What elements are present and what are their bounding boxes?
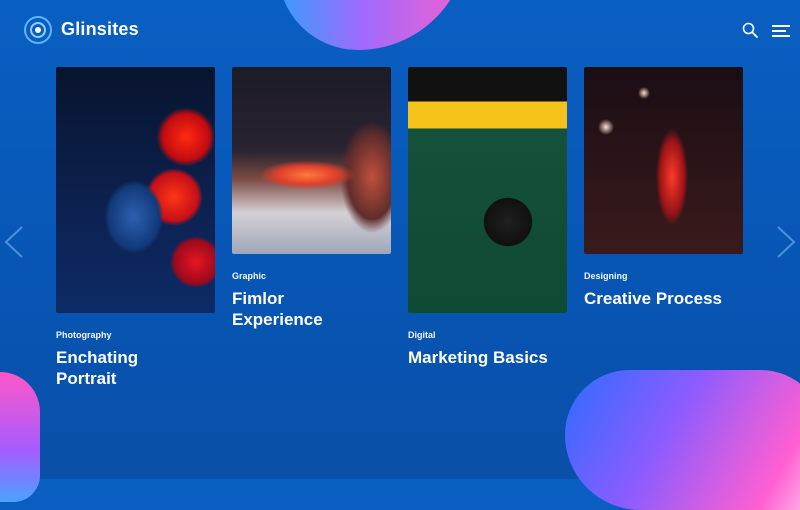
card-title[interactable]: Fimlor Experience xyxy=(232,288,323,330)
camera-photo[interactable] xyxy=(408,67,567,313)
traffic-light-photo[interactable] xyxy=(584,67,743,254)
search-icon[interactable] xyxy=(742,22,758,38)
decorative-blob-bottom-right xyxy=(565,370,800,510)
city-night-photo[interactable] xyxy=(232,67,391,254)
card-title-line: Portrait xyxy=(56,369,117,388)
card-title-line: Creative Process xyxy=(584,289,722,308)
logo-icon[interactable] xyxy=(24,16,52,44)
card-photography[interactable]: Photography Enchating Portrait xyxy=(56,67,215,397)
card-title-line: Marketing Basics xyxy=(408,348,548,367)
site-header: Glinsites xyxy=(0,0,800,62)
card-graphic[interactable]: Graphic Fimlor Experience xyxy=(232,67,391,337)
menu-icon[interactable] xyxy=(772,25,790,37)
card-designing[interactable]: Designing Creative Process xyxy=(584,67,754,317)
portrait-photo[interactable] xyxy=(56,67,215,313)
card-title[interactable]: Creative Process xyxy=(584,288,722,309)
decorative-blob-bottom-left xyxy=(0,372,40,502)
card-title-line: Enchating xyxy=(56,348,139,367)
card-category[interactable]: Photography xyxy=(56,330,112,340)
card-title[interactable]: Marketing Basics xyxy=(408,347,548,368)
chevron-left-icon[interactable] xyxy=(2,224,26,260)
card-digital[interactable]: Digital Marketing Basics xyxy=(408,67,578,377)
card-title-line: Experience xyxy=(232,310,323,329)
card-category[interactable]: Digital xyxy=(408,330,436,340)
card-title[interactable]: Enchating Portrait xyxy=(56,347,138,389)
card-title-line: Fimlor xyxy=(232,289,284,308)
card-category[interactable]: Designing xyxy=(584,271,628,281)
card-category[interactable]: Graphic xyxy=(232,271,266,281)
brand-name[interactable]: Glinsites xyxy=(61,19,139,40)
chevron-right-icon[interactable] xyxy=(774,224,798,260)
